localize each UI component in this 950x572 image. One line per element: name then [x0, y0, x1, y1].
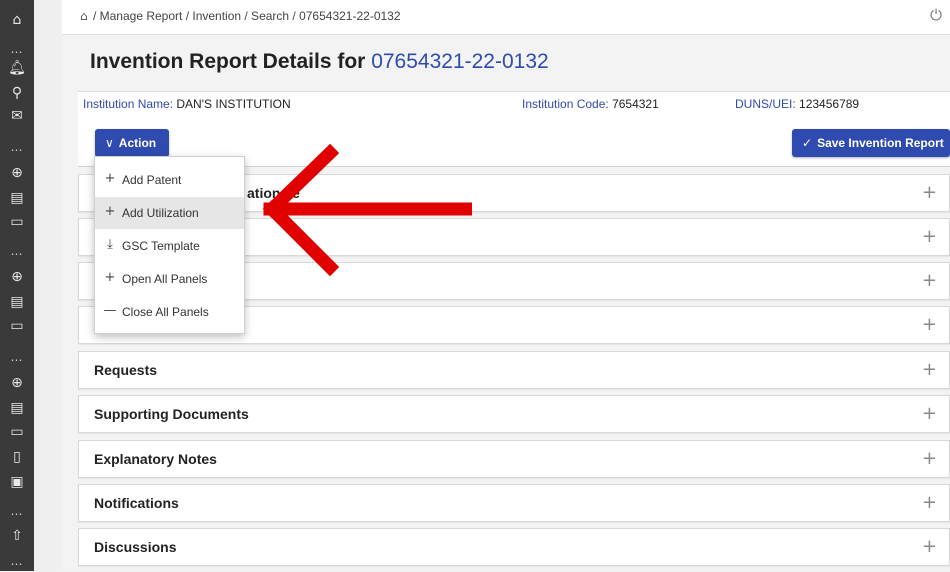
- menu-item-add-patent[interactable]: + Add Patent: [95, 164, 244, 196]
- save-invention-report-button[interactable]: ✓ Save Invention Report: [792, 129, 950, 157]
- menu-item-add-utilization[interactable]: + Add Utilization: [95, 197, 244, 229]
- more-icon[interactable]: ⋯: [0, 352, 34, 368]
- institution-code-value: 7654321: [612, 97, 659, 111]
- chevron-down-icon: ∨: [105, 136, 114, 150]
- panel-requests-title: Requests: [94, 362, 158, 378]
- panel-explanatory-notes[interactable]: Explanatory Notes +: [78, 440, 950, 478]
- menu-item-label: Add Utilization: [122, 206, 199, 220]
- expand-plus-icon[interactable]: +: [922, 226, 937, 247]
- menu-item-open-all-panels[interactable]: + Open All Panels: [95, 263, 244, 295]
- panel-supporting-documents-title: Supporting Documents: [94, 406, 249, 422]
- menu-item-label: Add Patent: [122, 173, 182, 187]
- more-icon[interactable]: ⋯: [0, 142, 34, 158]
- institution-code: Institution Code: 7654321: [522, 97, 659, 111]
- upload-icon[interactable]: ⇧: [0, 528, 34, 544]
- rail-gutter: [34, 0, 62, 571]
- annotation-arrow-icon: [262, 143, 472, 277]
- panel-notifications-title: Notifications: [94, 495, 179, 511]
- page-title: Invention Report Details for 07654321-22…: [90, 50, 549, 74]
- top-bar: ⌂ / Manage Report / Invention / Search /…: [62, 0, 950, 35]
- globe-icon[interactable]: ⊕: [0, 165, 34, 181]
- action-button[interactable]: ∨ Action: [95, 129, 169, 157]
- duns-uei-value: 123456789: [799, 97, 860, 111]
- more-icon[interactable]: ⋯: [0, 556, 34, 572]
- power-icon[interactable]: ⏻: [930, 6, 942, 24]
- plus-icon: +: [104, 171, 116, 186]
- plus-icon: +: [104, 204, 116, 219]
- more-icon[interactable]: ⋯: [0, 44, 34, 60]
- file-icon[interactable]: ▯: [0, 449, 34, 465]
- panel-explanatory-notes-title: Explanatory Notes: [94, 451, 217, 467]
- action-button-label: Action: [118, 136, 157, 150]
- search-icon[interactable]: ⚲: [0, 85, 34, 101]
- save-button-label: Save Invention Report: [817, 136, 944, 150]
- bell-icon[interactable]: 🔔︎: [0, 60, 34, 76]
- expand-plus-icon[interactable]: +: [922, 314, 937, 335]
- page-title-number: 07654321-22-0132: [371, 50, 549, 73]
- panel-discussions-title: Discussions: [94, 539, 177, 555]
- document-icon[interactable]: ▤: [0, 294, 34, 310]
- institution-name: Institution Name: DAN'S INSTITUTION: [83, 97, 291, 111]
- menu-item-gsc-template[interactable]: ⤓ GSC Template: [95, 230, 244, 262]
- more-icon[interactable]: ⋯: [0, 246, 34, 262]
- menu-item-close-all-panels[interactable]: — Close All Panels: [95, 296, 244, 328]
- plus-icon: +: [104, 270, 116, 285]
- wallet-icon[interactable]: ▭: [0, 214, 34, 230]
- mail-icon[interactable]: ✉: [0, 108, 34, 124]
- breadcrumb-home-icon[interactable]: ⌂: [80, 9, 88, 23]
- menu-item-label: Close All Panels: [122, 305, 209, 319]
- expand-plus-icon[interactable]: +: [922, 182, 937, 203]
- document-icon[interactable]: ▤: [0, 400, 34, 416]
- institution-code-label: Institution Code:: [522, 97, 609, 111]
- pdf-icon[interactable]: ▣: [0, 474, 34, 490]
- expand-plus-icon[interactable]: +: [922, 403, 937, 424]
- institution-name-value: DAN'S INSTITUTION: [176, 97, 291, 111]
- download-icon: ⤓: [107, 237, 113, 252]
- document-icon[interactable]: ▤: [0, 190, 34, 206]
- expand-plus-icon[interactable]: +: [922, 270, 937, 291]
- duns-uei: DUNS/UEI: 123456789: [735, 97, 859, 111]
- globe-icon[interactable]: ⊕: [0, 269, 34, 285]
- page-title-prefix: Invention Report Details for: [90, 50, 372, 73]
- wallet-icon[interactable]: ▭: [0, 318, 34, 334]
- globe-icon[interactable]: ⊕: [0, 375, 34, 391]
- expand-plus-icon[interactable]: +: [922, 359, 937, 380]
- institution-info-bar: Institution Name: DAN'S INSTITUTION Inst…: [78, 91, 950, 117]
- minus-icon: —: [103, 303, 117, 318]
- panel-supporting-documents[interactable]: Supporting Documents +: [78, 395, 950, 433]
- menu-item-label: Open All Panels: [122, 272, 208, 286]
- panel-discussions[interactable]: Discussions +: [78, 528, 950, 566]
- breadcrumb: ⌂ / Manage Report / Invention / Search /…: [80, 9, 401, 23]
- institution-name-label: Institution Name:: [83, 97, 174, 111]
- wallet-icon[interactable]: ▭: [0, 424, 34, 440]
- expand-plus-icon[interactable]: +: [922, 492, 937, 513]
- left-nav-rail: ⌂ ⋯ 🔔︎ ⚲ ✉ ⋯ ⊕ ▤ ▭ ⋯ ⊕ ▤ ▭ ⋯ ⊕ ▤ ▭ ▯ ▣ ⋯…: [0, 0, 34, 571]
- duns-uei-label: DUNS/UEI:: [735, 97, 796, 111]
- action-dropdown-menu: + Add Patent + Add Utilization ⤓ GSC Tem…: [94, 156, 245, 334]
- menu-item-label: GSC Template: [122, 239, 200, 253]
- panel-requests[interactable]: Requests +: [78, 351, 950, 389]
- more-icon[interactable]: ⋯: [0, 506, 34, 522]
- expand-plus-icon[interactable]: +: [922, 448, 937, 469]
- expand-plus-icon[interactable]: +: [922, 536, 937, 557]
- check-icon: ✓: [802, 136, 813, 150]
- breadcrumb-path[interactable]: / Manage Report / Invention / Search / 0…: [93, 9, 401, 23]
- home-icon[interactable]: ⌂: [0, 12, 34, 28]
- panel-notifications[interactable]: Notifications +: [78, 484, 950, 522]
